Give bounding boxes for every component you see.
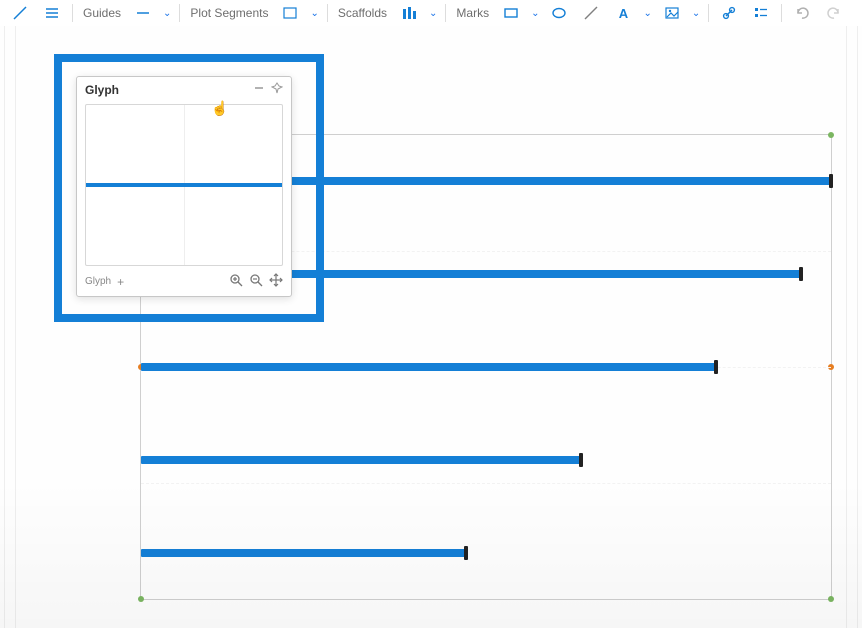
guides-label: Guides [77,6,127,20]
bar-end-handle[interactable] [799,267,803,281]
resize-handle[interactable] [828,132,834,138]
chevron-down-icon[interactable]: ⌄ [527,8,543,19]
chevron-down-icon[interactable]: ⌄ [425,8,441,19]
glyph-tab-label[interactable]: Glyph [85,276,111,287]
zoom-in-icon[interactable] [229,273,243,290]
glyph-panel-title: Glyph [85,83,119,97]
resize-handle[interactable] [828,596,834,602]
glyph-panel-footer: Glyph + [77,270,291,296]
line-mark-icon[interactable] [575,1,607,25]
link-icon[interactable] [713,1,745,25]
line-icon[interactable] [4,1,36,25]
separator [708,4,709,22]
undo-icon[interactable] [786,1,818,25]
chevron-down-icon[interactable]: ⌄ [159,8,175,19]
scaffolds-label: Scaffolds [332,6,393,20]
separator [445,4,446,22]
glyph-mark-bar[interactable] [86,183,282,187]
image-mark-icon[interactable] [656,1,688,25]
bar-mark[interactable] [141,363,716,371]
text-mark-icon[interactable]: A [607,1,639,25]
zoom-out-icon[interactable] [249,273,263,290]
glyph-panel-header[interactable]: Glyph [77,77,291,102]
legend-icon[interactable] [745,1,777,25]
marks-label: Marks [450,6,495,20]
plot-segments-label: Plot Segments [184,6,274,20]
chevron-down-icon[interactable]: ⌄ [306,8,322,19]
region-icon[interactable] [274,1,306,25]
pan-icon[interactable] [269,273,283,290]
list-icon[interactable] [36,1,68,25]
separator [781,4,782,22]
columns-icon[interactable] [393,1,425,25]
glyph-panel[interactable]: Glyph Glyph + [76,76,292,297]
bar-mark[interactable] [141,549,466,557]
chevron-down-icon[interactable]: ⌄ [688,8,704,19]
chart-canvas[interactable]: Glyph Glyph + [0,26,862,628]
bar-end-handle[interactable] [829,174,833,188]
add-icon[interactable]: + [117,275,124,289]
resize-handle[interactable] [138,596,144,602]
bar-mark[interactable] [141,456,581,464]
ellipse-mark-icon[interactable] [543,1,575,25]
glyph-editor[interactable] [85,104,283,266]
rectangle-mark-icon[interactable] [495,1,527,25]
grid-guide [141,483,831,484]
separator [327,4,328,22]
minimize-icon[interactable] [253,82,265,97]
bar-end-handle[interactable] [714,360,718,374]
redo-icon[interactable] [818,1,850,25]
separator [179,4,180,22]
pin-icon[interactable] [271,82,283,97]
bar-end-handle[interactable] [579,453,583,467]
separator [72,4,73,22]
bar-end-handle[interactable] [464,546,468,560]
horizontal-guide-icon[interactable] [127,1,159,25]
main-toolbar: Guides ⌄ Plot Segments ⌄ Scaffolds ⌄ Mar… [0,0,862,27]
grid-guide [4,26,16,628]
grid-guide [846,26,858,628]
chevron-down-icon[interactable]: ⌄ [639,8,655,19]
